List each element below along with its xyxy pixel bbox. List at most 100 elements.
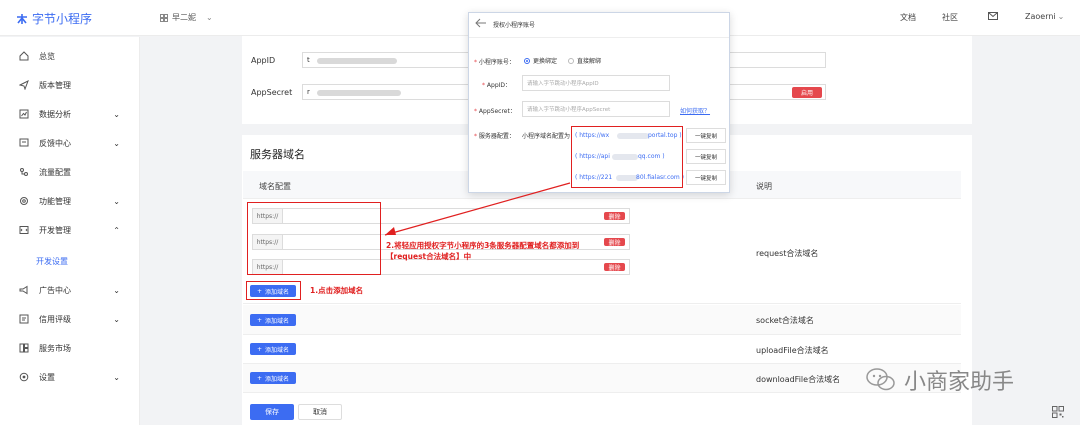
watermark: 小商家助手 (866, 364, 1014, 396)
add-domain-label: 添加域名 (265, 375, 290, 383)
mail-icon[interactable] (988, 12, 998, 20)
modal-appid-label: * AppID： (482, 82, 512, 89)
modal-appsecret-input[interactable]: 请输入字节跳动小程序AppSecret (522, 101, 670, 117)
sidebar-item-overview[interactable]: 总览 (0, 46, 140, 66)
save-button[interactable]: 保存 (250, 404, 294, 420)
table-row: downloadFile合法域名 (243, 364, 961, 393)
delete-button[interactable]: 删除 (604, 238, 625, 247)
back-arrow-icon[interactable] (475, 18, 487, 30)
sidebar-item-traffic[interactable]: 流量配置 (0, 162, 140, 182)
sidebar-item-analytics[interactable]: 数据分析 ⌄ (0, 104, 140, 124)
user-menu[interactable]: Zaoerni ⌄ (1025, 12, 1064, 21)
sidebar-item-label: 信用评级 (39, 314, 71, 324)
sidebar-item-features[interactable]: 功能管理 ⌄ (0, 191, 140, 211)
chevron-down-icon: ⌄ (113, 286, 120, 295)
grid-icon (160, 13, 168, 22)
sidebar-item-label: 反馈中心 (39, 138, 71, 148)
row-desc-request: request合法域名 (756, 249, 819, 258)
section-title: 服务器域名 (250, 148, 305, 161)
delete-button[interactable]: 删除 (604, 263, 625, 272)
sidebar-item-label: 服务市场 (39, 343, 71, 353)
app-logo-text: 字节小程序 (32, 12, 93, 26)
server-config-label: * 服务器配置： (474, 133, 515, 140)
chevron-down-icon: ⌄ (206, 13, 213, 22)
modal-appsecret-label: * AppSecret： (474, 108, 516, 115)
chevron-down-icon: ⌄ (113, 315, 120, 324)
column-header-domain: 域名配置 (259, 182, 291, 191)
radio-rebind[interactable]: 更换绑定 (524, 56, 557, 65)
table-row: socket合法域名 (243, 305, 961, 335)
annotation-step1: 1.点击添加域名 (310, 286, 364, 295)
market-icon (18, 342, 30, 354)
sidebar-item-feedback[interactable]: 反馈中心 ⌄ (0, 133, 140, 153)
gear-icon (18, 195, 30, 207)
rating-icon (18, 313, 30, 325)
nav-community[interactable]: 社区 (942, 12, 958, 23)
plus-icon: + (256, 345, 262, 353)
appsecret-value: r (307, 88, 310, 96)
sidebar-item-label: 流量配置 (39, 167, 71, 177)
sidebar-item-label: 广告中心 (39, 285, 71, 295)
cancel-button[interactable]: 取消 (298, 404, 342, 420)
user-name: Zaoerni (1025, 12, 1056, 21)
appsecret-label: AppSecret (251, 88, 293, 97)
add-domain-label: 添加域名 (265, 346, 290, 354)
logo-icon (17, 13, 27, 24)
chevron-down-icon: ⌄ (113, 139, 120, 148)
home-icon (18, 50, 30, 62)
flow-icon (18, 166, 30, 178)
sidebar-item-label: 版本管理 (39, 80, 71, 90)
annotation-arrow-icon (384, 182, 571, 236)
radio-unbind[interactable]: 直接解绑 (568, 56, 601, 65)
copy-button[interactable]: 一键复制 (686, 149, 726, 164)
chevron-down-icon: ⌄ (113, 197, 120, 206)
copy-button[interactable]: 一键复制 (686, 170, 726, 185)
row-desc-socket: socket合法域名 (756, 316, 814, 325)
team-switcher[interactable]: 早二妮 ⌄ (160, 12, 213, 23)
sidebar-item-market[interactable]: 服务市场 (0, 338, 140, 358)
chevron-down-icon: ⌄ (113, 110, 120, 119)
modal-appid-input[interactable]: 请输入字节跳动小程序AppID (522, 75, 670, 91)
chevron-down-icon: ⌄ (113, 373, 120, 382)
row-desc-upload: uploadFile合法域名 (756, 346, 829, 355)
sidebar-item-label: 数据分析 (39, 109, 71, 119)
sidebar-item-versions[interactable]: 版本管理 (0, 75, 140, 95)
enable-button[interactable]: 启用 (792, 87, 822, 98)
sidebar-item-credit[interactable]: 信用评级 ⌄ (0, 309, 140, 329)
annotation-step2: 2.将轻应用授权字节小程序的3条服务器配置域名都添加到 【request合法域名… (386, 241, 580, 261)
plus-icon: + (256, 316, 262, 324)
sidebar-item-development[interactable]: 开发管理 ⌃ (0, 220, 140, 240)
redacted-blur (317, 58, 397, 64)
appid-value: t (307, 56, 310, 64)
code-icon (18, 224, 30, 236)
sidebar-item-settings[interactable]: 设置 ⌄ (0, 367, 140, 387)
appid-label: AppID (251, 56, 276, 65)
sidebar-item-label: 开发设置 (36, 256, 68, 266)
column-header-desc: 说明 (756, 182, 772, 191)
how-to-get-link[interactable]: 如何获取？ (680, 106, 710, 115)
watermark-text: 小商家助手 (904, 370, 1015, 395)
sidebar-item-dev-settings[interactable]: 开发设置 (0, 251, 140, 271)
sidebar-item-label: 功能管理 (39, 196, 71, 206)
modal-title: 授权小程序账号 (493, 22, 536, 29)
copy-button[interactable]: 一键复制 (686, 128, 726, 143)
qr-code-icon[interactable] (1052, 406, 1064, 420)
sidebar-item-ads[interactable]: 广告中心 ⌄ (0, 280, 140, 300)
sidebar-item-label: 总览 (39, 51, 55, 61)
wechat-icon (866, 368, 895, 391)
app-logo[interactable]: 字节小程序 (16, 10, 92, 27)
add-upload-domain-button[interactable]: + 添加域名 (250, 343, 296, 355)
add-domain-label: 添加域名 (265, 317, 290, 325)
megaphone-icon (18, 284, 30, 296)
delete-button[interactable]: 删除 (604, 212, 625, 221)
add-download-domain-button[interactable]: + 添加域名 (250, 372, 296, 384)
account-label: * 小程序账号： (474, 59, 515, 66)
annotation-box-add-button (246, 281, 301, 300)
add-socket-domain-button[interactable]: + 添加域名 (250, 314, 296, 326)
nav-docs[interactable]: 文档 (900, 12, 916, 23)
annotation-box-url-inputs (247, 202, 381, 275)
chevron-down-icon: ⌄ (1057, 12, 1065, 21)
sidebar-item-label: 开发管理 (39, 225, 71, 235)
annotation-box-modal-urls (571, 126, 683, 188)
team-name: 早二妮 (172, 13, 196, 22)
